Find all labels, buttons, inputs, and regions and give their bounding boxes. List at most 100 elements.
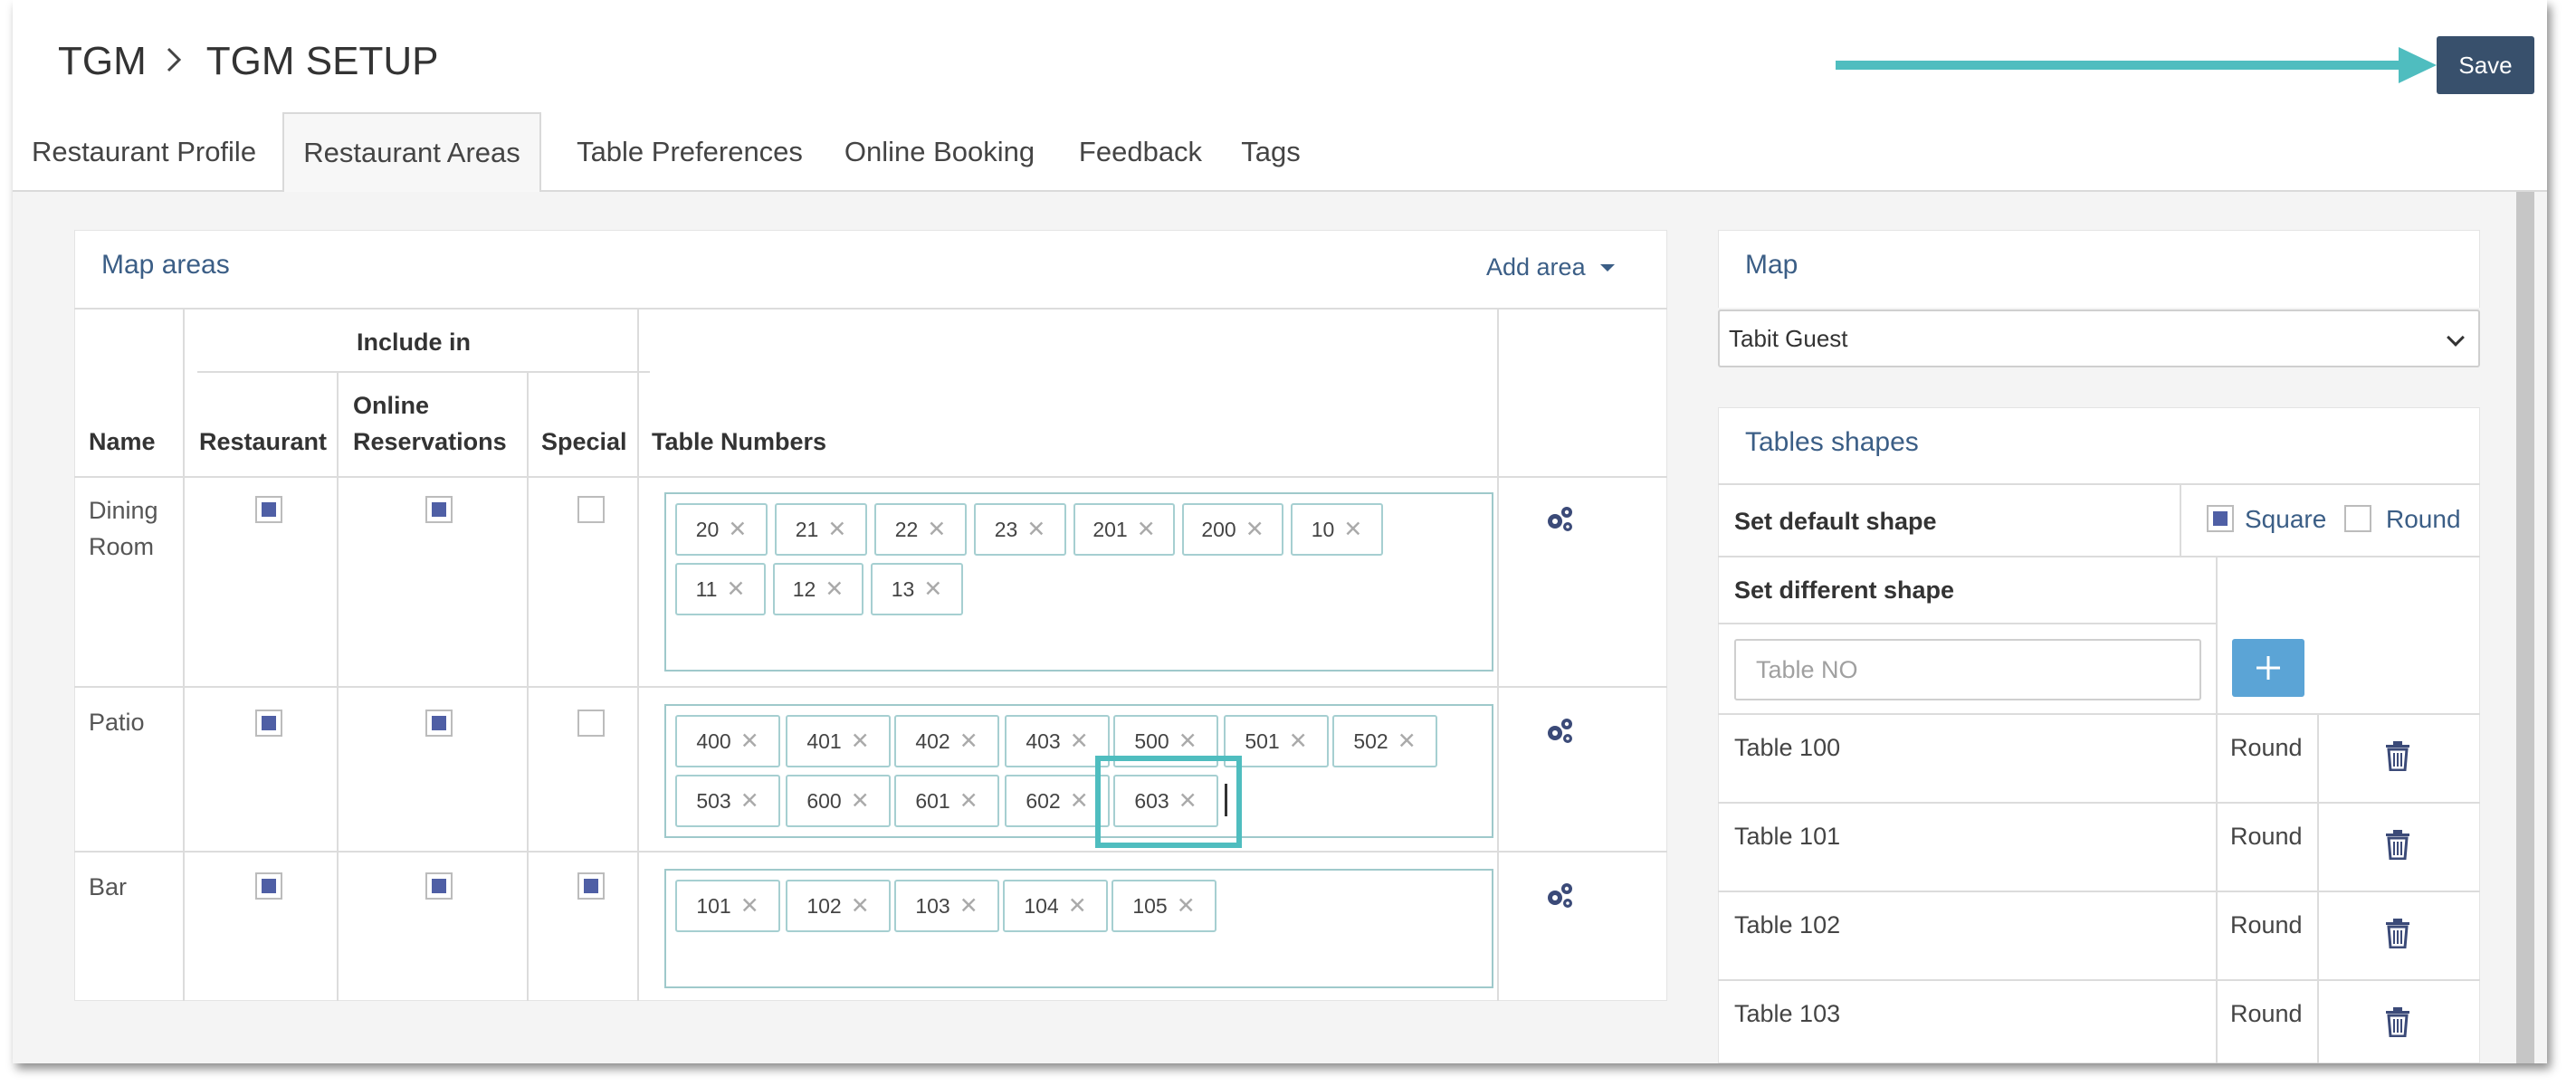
restaurant-header: Restaurant — [199, 428, 328, 455]
online-reservations-checkbox[interactable] — [425, 872, 453, 900]
table-tag[interactable]: 13 ✕ — [871, 563, 963, 615]
shape-row-table: Table 103 — [1734, 1000, 1841, 1027]
table-tag[interactable]: 200 ✕ — [1182, 503, 1283, 556]
online-reservations-header-line1: Online — [353, 392, 430, 419]
divider — [197, 371, 650, 373]
divider — [1718, 979, 2480, 981]
shape-row-shape[interactable]: Round — [2230, 907, 2303, 943]
table-tag[interactable]: 104 ✕ — [1003, 880, 1108, 932]
divider — [74, 851, 1667, 853]
table-tag[interactable]: 602 ✕ — [1005, 775, 1110, 827]
divider — [337, 371, 339, 1001]
table-tag[interactable]: 103 ✕ — [894, 880, 999, 932]
tab-restaurant-profile[interactable]: Restaurant Profile — [25, 112, 262, 192]
breadcrumb-root[interactable]: TGM — [58, 39, 147, 84]
divider — [183, 308, 185, 1001]
tab-restaurant-areas[interactable]: Restaurant Areas — [282, 112, 541, 194]
table-tag[interactable]: 22 ✕ — [874, 503, 967, 556]
remove-icon: ✕ — [739, 729, 759, 754]
table-tag[interactable]: 601 ✕ — [894, 775, 999, 827]
table-tag[interactable]: 23 ✕ — [974, 503, 1066, 556]
remove-icon: ✕ — [850, 788, 870, 814]
name-header: Name — [89, 428, 156, 455]
table-tag[interactable]: 11 ✕ — [675, 563, 766, 615]
shape-row-table: Table 101 — [1734, 823, 1841, 850]
table-tag[interactable]: 600 ✕ — [786, 775, 891, 827]
square-checkbox[interactable] — [2207, 505, 2234, 532]
remove-icon: ✕ — [850, 729, 870, 754]
remove-icon: ✕ — [923, 576, 943, 602]
plus-icon — [2256, 656, 2280, 680]
trash-icon[interactable] — [2384, 918, 2411, 948]
add-table-button[interactable] — [2232, 639, 2304, 697]
gears-icon[interactable] — [1544, 880, 1575, 910]
restaurant-checkbox[interactable] — [255, 872, 282, 900]
table-tag[interactable]: 10 ✕ — [1291, 503, 1383, 556]
include-in-header: Include in — [357, 329, 472, 356]
tab-tags[interactable]: Tags — [1235, 112, 1307, 192]
tab-online-booking[interactable]: Online Booking — [831, 112, 1048, 192]
area-name: Dining — [89, 497, 158, 524]
remove-icon: ✕ — [1178, 729, 1197, 754]
chevron-down-icon — [2447, 329, 2465, 347]
area-name: Bar — [89, 873, 128, 900]
tab-table-preferences[interactable]: Table Preferences — [565, 112, 815, 192]
special-header: Special — [541, 428, 627, 455]
set-different-shape-label: Set different shape — [1734, 576, 1955, 604]
table-tag[interactable]: 201 ✕ — [1073, 503, 1175, 556]
remove-icon: ✕ — [1343, 517, 1363, 542]
text-cursor — [1225, 784, 1227, 816]
table-tag[interactable]: 20 ✕ — [675, 503, 768, 556]
breadcrumb: TGM TGM SETUP — [58, 36, 438, 87]
special-checkbox[interactable] — [577, 496, 605, 523]
restaurant-checkbox[interactable] — [255, 496, 282, 523]
scrollbar[interactable] — [2516, 192, 2534, 1063]
round-checkbox[interactable] — [2344, 505, 2371, 532]
table-tag[interactable]: 403 ✕ — [1005, 715, 1110, 767]
breadcrumb-current: TGM SETUP — [205, 39, 439, 83]
gears-icon[interactable] — [1544, 503, 1575, 534]
remove-icon: ✕ — [1069, 729, 1089, 754]
table-tag[interactable]: 12 ✕ — [773, 563, 863, 615]
save-button[interactable]: Save — [2437, 36, 2534, 94]
table-tag[interactable]: 401 ✕ — [786, 715, 891, 767]
shape-row-shape[interactable]: Round — [2230, 729, 2303, 766]
table-tag[interactable]: 21 ✕ — [775, 503, 867, 556]
trash-icon[interactable] — [2384, 1006, 2411, 1037]
table-tag[interactable]: 402 ✕ — [894, 715, 999, 767]
divider — [1718, 891, 2480, 892]
remove-icon: ✕ — [739, 788, 759, 814]
table-tag[interactable]: 105 ✕ — [1111, 880, 1216, 932]
add-area-dropdown[interactable]: Add area — [1486, 253, 1615, 281]
gears-icon[interactable] — [1544, 715, 1575, 746]
remove-icon: ✕ — [1136, 517, 1156, 542]
annotation-highlight-box — [1095, 756, 1242, 848]
remove-icon: ✕ — [1397, 729, 1417, 754]
divider — [1718, 483, 2480, 485]
table-tag[interactable]: 102 ✕ — [786, 880, 891, 932]
special-checkbox[interactable] — [577, 710, 605, 737]
table-number-input[interactable]: Table NO — [1734, 639, 2201, 700]
set-default-shape-label: Set default shape — [1734, 508, 1937, 535]
table-numbers-header: Table Numbers — [652, 428, 827, 455]
divider — [74, 308, 1667, 310]
table-tag[interactable]: 101 ✕ — [675, 880, 780, 932]
divider — [1497, 308, 1499, 1001]
restaurant-checkbox[interactable] — [255, 710, 282, 737]
annotation-arrow-line — [1836, 61, 2406, 70]
shape-row-shape[interactable]: Round — [2230, 818, 2303, 854]
online-reservations-checkbox[interactable] — [425, 496, 453, 523]
trash-icon[interactable] — [2384, 740, 2411, 771]
special-checkbox[interactable] — [577, 872, 605, 900]
table-tag[interactable]: 503 ✕ — [675, 775, 780, 827]
table-tag[interactable]: 502 ✕ — [1332, 715, 1437, 767]
online-reservations-checkbox[interactable] — [425, 710, 453, 737]
table-tag[interactable]: 400 ✕ — [675, 715, 780, 767]
round-label: Round — [2386, 505, 2461, 533]
trash-icon[interactable] — [2384, 829, 2411, 860]
map-title: Map — [1745, 250, 1798, 280]
map-select[interactable]: Tabit Guest — [1718, 310, 2480, 367]
shape-row-shape[interactable]: Round — [2230, 996, 2303, 1032]
tab-feedback[interactable]: Feedback — [1066, 112, 1215, 192]
divider — [1718, 802, 2480, 804]
